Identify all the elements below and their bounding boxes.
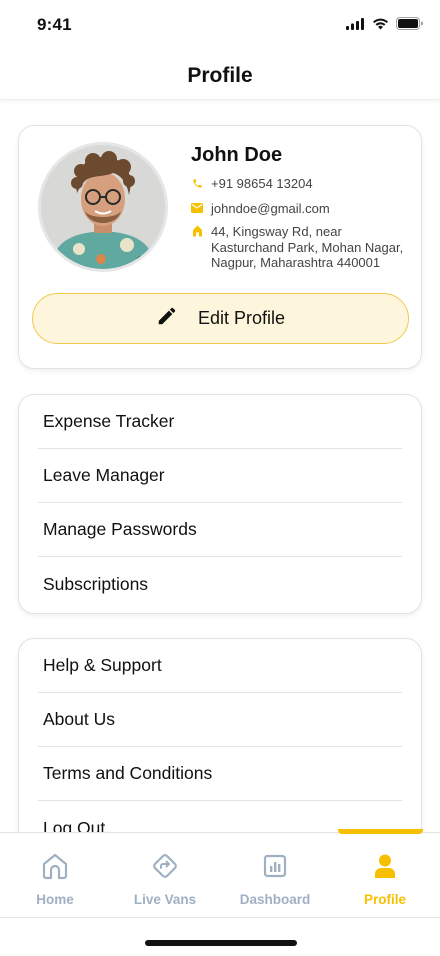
profile-icon bbox=[370, 851, 400, 886]
address-line-1: 44, Kingsway Rd, near bbox=[211, 224, 342, 239]
tab-home[interactable]: Home bbox=[0, 833, 110, 919]
home-indicator bbox=[145, 940, 297, 946]
tab-live-vans[interactable]: Live Vans bbox=[110, 833, 220, 919]
status-bar: 9:41 bbox=[0, 0, 440, 50]
page-title: Profile bbox=[187, 64, 253, 87]
menu-item-about-us[interactable]: About Us bbox=[38, 693, 402, 747]
address-row: 44, Kingsway Rd, near Kasturchand Park, … bbox=[191, 224, 411, 271]
bottom-tab-bar: Home Live Vans Dashboard Profile bbox=[0, 829, 440, 919]
edit-profile-label: Edit Profile bbox=[197, 308, 286, 328]
battery-icon bbox=[396, 17, 423, 35]
menu-item-subscriptions[interactable]: Subscriptions bbox=[38, 557, 402, 611]
menu-group-primary: Expense Tracker Leave Manager Manage Pas… bbox=[18, 394, 422, 614]
menu-item-leave-manager[interactable]: Leave Manager bbox=[38, 449, 402, 503]
menu-item-help-support[interactable]: Help & Support bbox=[38, 639, 402, 693]
tab-profile-label: Profile bbox=[363, 892, 406, 907]
address-text: 44, Kingsway Rd, near Kasturchand Park, … bbox=[211, 224, 403, 271]
phone-icon bbox=[191, 176, 203, 190]
menu-item-manage-passwords[interactable]: Manage Passwords bbox=[38, 503, 402, 557]
menu-item-expense-tracker[interactable]: Expense Tracker bbox=[38, 395, 402, 449]
page-header: Profile bbox=[0, 50, 440, 100]
menu-item-terms[interactable]: Terms and Conditions bbox=[38, 747, 402, 801]
phone-text: +91 98654 13204 bbox=[211, 176, 313, 191]
tab-dashboard-label: Dashboard bbox=[239, 892, 311, 907]
tab-dashboard[interactable]: Dashboard bbox=[220, 833, 330, 919]
live-vans-icon bbox=[150, 851, 180, 886]
avatar bbox=[38, 142, 168, 272]
pencil-icon bbox=[156, 305, 178, 332]
wifi-icon bbox=[372, 17, 389, 35]
status-icons bbox=[346, 17, 423, 35]
profile-card: John Doe +91 98654 13204 johndoe@gmail.c… bbox=[18, 125, 422, 369]
home-icon bbox=[40, 851, 70, 886]
address-line-2: Kasturchand Park, Mohan Nagar, bbox=[211, 239, 404, 255]
dashboard-icon bbox=[260, 851, 290, 886]
edit-profile-button[interactable]: Edit Profile bbox=[32, 293, 409, 344]
email-text: johndoe@gmail.com bbox=[211, 201, 330, 216]
phone-row: +91 98654 13204 bbox=[191, 176, 313, 192]
menu-group-secondary: Help & Support About Us Terms and Condit… bbox=[18, 638, 422, 858]
tab-profile[interactable]: Profile bbox=[330, 833, 440, 919]
tab-home-label: Home bbox=[36, 892, 74, 907]
email-row: johndoe@gmail.com bbox=[191, 201, 330, 217]
email-icon bbox=[191, 201, 203, 215]
status-time: 9:41 bbox=[37, 15, 72, 34]
location-icon bbox=[191, 224, 203, 238]
tab-live-vans-label: Live Vans bbox=[133, 892, 197, 907]
address-line-3: Nagpur, Maharashtra 440001 bbox=[211, 255, 381, 270]
cellular-signal-icon bbox=[346, 17, 365, 35]
profile-name: John Doe bbox=[191, 144, 283, 166]
